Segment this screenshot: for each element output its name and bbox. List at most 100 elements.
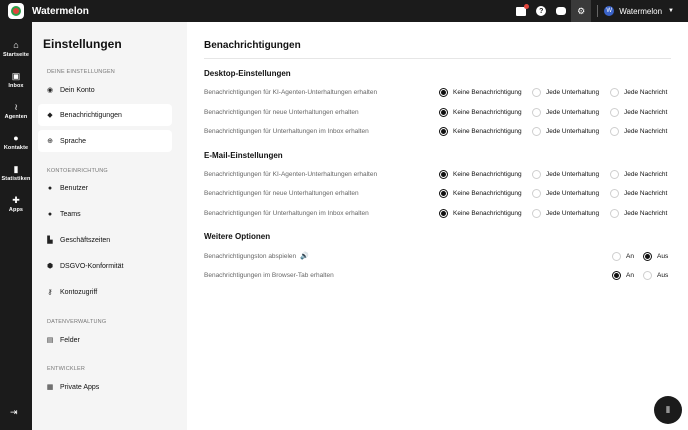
radio-dot bbox=[612, 271, 621, 280]
contacts-icon: ● bbox=[13, 133, 19, 143]
settings-item-private-apps[interactable]: ▦ Private Apps bbox=[38, 376, 172, 398]
email-ai-radio-each-conversation[interactable]: Jede Unterhaltung bbox=[532, 170, 599, 179]
email-new-radio-each-conversation[interactable]: Jede Unterhaltung bbox=[532, 189, 599, 198]
page-title: Benachrichtigungen bbox=[204, 40, 301, 51]
email-ai-radio-each-message[interactable]: Jede Nachricht bbox=[610, 170, 667, 179]
workspace-avatar[interactable]: W bbox=[604, 6, 615, 16]
desktop-ai-radio-each-conversation[interactable]: Jede Unterhaltung bbox=[532, 88, 599, 97]
radio-dot bbox=[439, 108, 448, 117]
email-new-radio-each-message[interactable]: Jede Nachricht bbox=[610, 189, 667, 198]
home-icon: ⌂ bbox=[13, 40, 19, 50]
settings-item-business-hours[interactable]: ▙ Geschäftszeiten bbox=[38, 229, 172, 251]
help-icon: ? bbox=[536, 6, 547, 16]
settings-item-language[interactable]: ⊕ Sprache bbox=[38, 130, 172, 152]
nav-contacts[interactable]: ● Kontakte bbox=[0, 133, 32, 151]
desktop-row-ai-label: Benachrichtigungen für KI-Agenten-Unterh… bbox=[204, 89, 378, 96]
section-data: DATENVERWALTUNG bbox=[47, 319, 107, 325]
apps-icon: ✚ bbox=[12, 195, 20, 205]
radio-dot bbox=[532, 108, 541, 117]
desktop-inbox-radio-each-message[interactable]: Jede Nachricht bbox=[610, 127, 667, 136]
settings-item-notifications[interactable]: ◆ Benachrichtigungen bbox=[38, 104, 172, 126]
radio-dot bbox=[610, 127, 619, 136]
desktop-ai-radio-each-message[interactable]: Jede Nachricht bbox=[610, 88, 667, 97]
settings-item-notifications-label: Benachrichtigungen bbox=[60, 111, 122, 119]
watermelon-logo[interactable] bbox=[8, 3, 24, 19]
settings-item-language-label: Sprache bbox=[60, 137, 87, 145]
help-button[interactable]: ? bbox=[531, 0, 551, 22]
workspace-name[interactable]: Watermelon bbox=[619, 7, 662, 16]
radio-dot bbox=[439, 189, 448, 198]
globe-icon: ⊕ bbox=[47, 138, 53, 145]
radio-label: Keine Benachrichtigung bbox=[453, 89, 522, 96]
settings-item-fields-label: Felder bbox=[60, 336, 80, 344]
settings-item-fields[interactable]: ▤ Felder bbox=[38, 329, 172, 351]
radio-label: Keine Benachrichtigung bbox=[453, 210, 522, 217]
radio-label: Jede Nachricht bbox=[624, 89, 668, 96]
nav-home[interactable]: ⌂ Startseite bbox=[0, 40, 32, 58]
desktop-new-radio-each-message[interactable]: Jede Nachricht bbox=[610, 108, 667, 117]
radio-dot bbox=[532, 189, 541, 198]
radio-dot bbox=[610, 108, 619, 117]
team-icon: ● bbox=[47, 210, 53, 218]
sound-radio-off[interactable]: Aus bbox=[643, 252, 668, 261]
user-circle-icon: ◉ bbox=[46, 87, 54, 94]
browser-tab-radio-off[interactable]: Aus bbox=[643, 271, 668, 280]
radio-dot bbox=[532, 88, 541, 97]
nav-stats[interactable]: ▮ Statistiken bbox=[0, 164, 32, 182]
app-title: Watermelon bbox=[32, 5, 89, 17]
nav-inbox[interactable]: ▣ Inbox bbox=[0, 71, 32, 89]
email-new-radio-none[interactable]: Keine Benachrichtigung bbox=[439, 189, 522, 198]
email-inbox-radio-each-conversation[interactable]: Jede Unterhaltung bbox=[532, 209, 599, 218]
divider bbox=[597, 5, 599, 17]
settings-item-account-access[interactable]: ⚷ Kontozugriff bbox=[38, 281, 172, 303]
settings-item-teams-label: Teams bbox=[60, 210, 81, 218]
radio-dot bbox=[439, 170, 448, 179]
gift-button[interactable] bbox=[511, 0, 531, 22]
fields-icon: ▤ bbox=[46, 337, 54, 344]
email-inbox-radio-none[interactable]: Keine Benachrichtigung bbox=[439, 209, 522, 218]
code-window-icon: ▦ bbox=[46, 384, 54, 391]
email-row-inbox-label: Benachrichtigungen für Unterhaltungen im… bbox=[204, 210, 369, 217]
desktop-inbox-radio-each-conversation[interactable]: Jede Unterhaltung bbox=[532, 127, 599, 136]
nav-apps[interactable]: ✚ Apps bbox=[0, 195, 32, 213]
main-sidebar: ⌂ Startseite ▣ Inbox ≀ Agenten ● Kontakt… bbox=[0, 22, 32, 430]
settings-item-gdpr-label: DSGVO-Konformität bbox=[60, 262, 124, 270]
title-divider bbox=[204, 58, 671, 59]
nav-agents-label: Agenten bbox=[4, 114, 28, 120]
nav-inbox-label: Inbox bbox=[8, 83, 24, 89]
collapse-sidebar-icon[interactable]: ⇥ bbox=[10, 407, 18, 418]
chat-button[interactable] bbox=[551, 0, 571, 22]
email-inbox-radio-each-message[interactable]: Jede Nachricht bbox=[610, 209, 667, 218]
chevron-down-icon[interactable]: ▼ bbox=[668, 8, 674, 14]
settings-item-account[interactable]: ◉ Dein Konto bbox=[38, 79, 172, 101]
notifications-content: Benachrichtigungen Desktop-Einstellungen… bbox=[187, 22, 688, 430]
desktop-settings-heading: Desktop-Einstellungen bbox=[204, 69, 291, 78]
chat-icon bbox=[556, 7, 567, 15]
radio-dot bbox=[612, 252, 621, 261]
desktop-inbox-radio-none[interactable]: Keine Benachrichtigung bbox=[439, 127, 522, 136]
settings-item-teams[interactable]: ● Teams bbox=[38, 203, 172, 225]
radio-label: Jede Unterhaltung bbox=[546, 190, 600, 197]
radio-label: An bbox=[626, 272, 634, 279]
radio-label: Jede Nachricht bbox=[624, 109, 668, 116]
sound-radio-on[interactable]: An bbox=[612, 252, 634, 261]
nav-agents[interactable]: ≀ Agenten bbox=[0, 102, 32, 120]
radio-dot bbox=[610, 170, 619, 179]
waveform-icon: ⦀ bbox=[666, 404, 670, 415]
radio-label: Aus bbox=[657, 253, 669, 260]
radio-dot bbox=[532, 209, 541, 218]
nav-apps-label: Apps bbox=[8, 207, 24, 213]
email-ai-radio-none[interactable]: Keine Benachrichtigung bbox=[439, 170, 522, 179]
voice-assistant-button[interactable]: ⦀ bbox=[654, 396, 682, 424]
settings-item-users[interactable]: ● Benutzer bbox=[38, 177, 172, 199]
email-row-new-label: Benachrichtigungen für neue Unterhaltung… bbox=[204, 190, 359, 197]
browser-tab-radio-on[interactable]: An bbox=[612, 271, 634, 280]
settings-button[interactable]: ⚙ bbox=[571, 0, 592, 22]
sound-row-text: Benachrichtigungston abspielen bbox=[204, 253, 297, 260]
desktop-new-radio-none[interactable]: Keine Benachrichtigung bbox=[439, 108, 522, 117]
settings-item-gdpr[interactable]: ⬢ DSGVO-Konformität bbox=[38, 255, 172, 277]
more-options-heading: Weitere Optionen bbox=[204, 232, 271, 241]
desktop-ai-radio-none[interactable]: Keine Benachrichtigung bbox=[439, 88, 522, 97]
gift-icon bbox=[516, 3, 530, 16]
desktop-new-radio-each-conversation[interactable]: Jede Unterhaltung bbox=[532, 108, 599, 117]
